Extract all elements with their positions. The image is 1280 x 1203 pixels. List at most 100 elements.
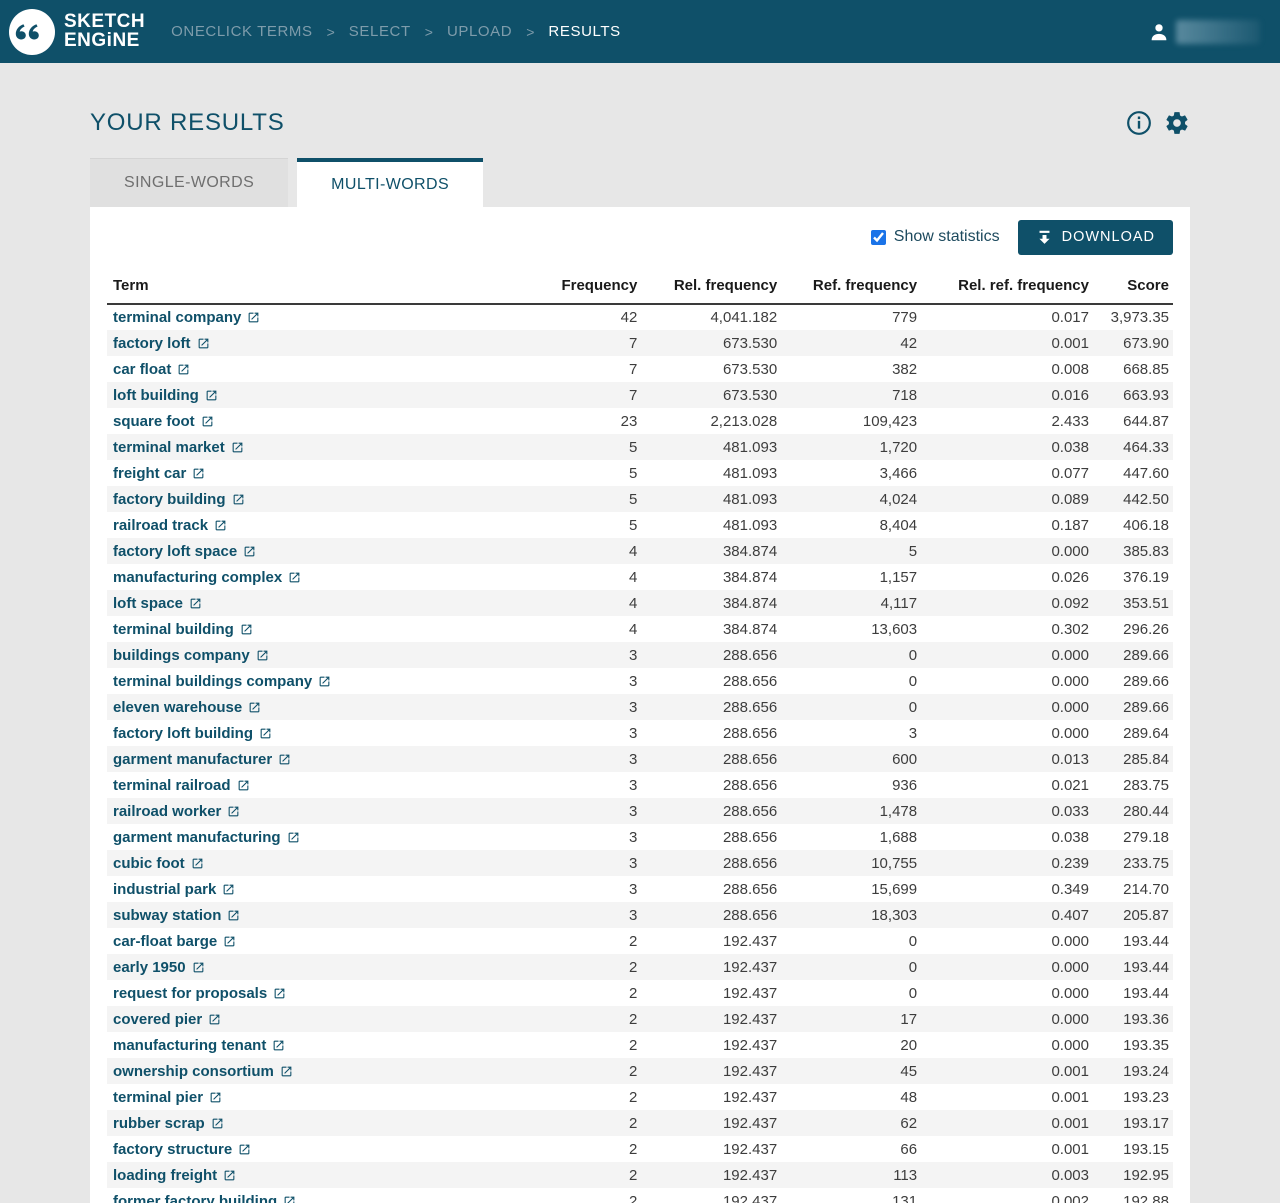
- term-link[interactable]: terminal buildings company: [113, 673, 331, 690]
- column-header-ref-frequency[interactable]: Ref. frequency: [781, 271, 921, 304]
- term-link[interactable]: freight car: [113, 465, 205, 482]
- term-link[interactable]: terminal market: [113, 439, 244, 456]
- ref-frequency-cell: 0: [781, 642, 921, 668]
- term-link[interactable]: rubber scrap: [113, 1115, 224, 1132]
- breadcrumb-upload[interactable]: UPLOAD: [447, 23, 512, 40]
- download-button[interactable]: DOWNLOAD: [1018, 220, 1173, 255]
- table-row: garment manufacturing 3 288.656 1,688 0.…: [107, 824, 1173, 850]
- column-header-frequency[interactable]: Frequency: [531, 271, 641, 304]
- term-link[interactable]: factory loft building: [113, 725, 272, 742]
- term-link[interactable]: industrial park: [113, 881, 235, 898]
- term-link[interactable]: car float: [113, 361, 190, 378]
- column-header-term[interactable]: Term: [107, 271, 531, 304]
- external-link-icon[interactable]: [247, 311, 260, 324]
- external-link-icon[interactable]: [288, 571, 301, 584]
- term-link[interactable]: square foot: [113, 413, 214, 430]
- external-link-icon[interactable]: [208, 1013, 221, 1026]
- score-cell: 279.18: [1093, 824, 1173, 850]
- breadcrumb-oneclick-terms[interactable]: ONECLICK TERMS: [171, 23, 312, 40]
- column-header-rel-ref-frequency[interactable]: Rel. ref. frequency: [921, 271, 1093, 304]
- external-link-icon[interactable]: [197, 337, 210, 350]
- external-link-icon[interactable]: [192, 467, 205, 480]
- external-link-icon[interactable]: [283, 1195, 296, 1203]
- term-link[interactable]: early 1950: [113, 959, 205, 976]
- term-link[interactable]: buildings company: [113, 647, 269, 664]
- term-link[interactable]: car-float barge: [113, 933, 236, 950]
- breadcrumb-select[interactable]: SELECT: [349, 23, 411, 40]
- frequency-cell: 3: [531, 668, 641, 694]
- external-link-icon[interactable]: [280, 1065, 293, 1078]
- external-link-icon[interactable]: [227, 805, 240, 818]
- external-link-icon[interactable]: [259, 727, 272, 740]
- term-link[interactable]: loft building: [113, 387, 218, 404]
- term-link[interactable]: cubic foot: [113, 855, 204, 872]
- external-link-icon[interactable]: [211, 1117, 224, 1130]
- external-link-icon[interactable]: [232, 493, 245, 506]
- external-link-icon[interactable]: [318, 675, 331, 688]
- term-label: railroad worker: [113, 803, 221, 820]
- term-link[interactable]: factory building: [113, 491, 245, 508]
- external-link-icon[interactable]: [201, 415, 214, 428]
- external-link-icon[interactable]: [237, 779, 250, 792]
- table-row: terminal building 4 384.874 13,603 0.302…: [107, 616, 1173, 642]
- user-area[interactable]: [1148, 20, 1260, 44]
- external-link-icon[interactable]: [192, 961, 205, 974]
- external-link-icon[interactable]: [278, 753, 291, 766]
- frequency-cell: 7: [531, 356, 641, 382]
- term-link[interactable]: eleven warehouse: [113, 699, 261, 716]
- external-link-icon[interactable]: [248, 701, 261, 714]
- external-link-icon[interactable]: [222, 883, 235, 896]
- term-link[interactable]: manufacturing complex: [113, 569, 301, 586]
- external-link-icon[interactable]: [177, 363, 190, 376]
- term-link[interactable]: manufacturing tenant: [113, 1037, 285, 1054]
- term-link[interactable]: terminal building: [113, 621, 253, 638]
- column-header-score[interactable]: Score: [1093, 271, 1173, 304]
- tab-multi-words[interactable]: MULTI-WORDS: [297, 158, 483, 207]
- external-link-icon[interactable]: [205, 389, 218, 402]
- external-link-icon[interactable]: [287, 831, 300, 844]
- term-link[interactable]: covered pier: [113, 1011, 221, 1028]
- external-link-icon[interactable]: [227, 909, 240, 922]
- term-link[interactable]: request for proposals: [113, 985, 286, 1002]
- info-icon[interactable]: [1126, 110, 1152, 136]
- term-link[interactable]: subway station: [113, 907, 240, 924]
- external-link-icon[interactable]: [231, 441, 244, 454]
- term-label: request for proposals: [113, 985, 267, 1002]
- score-cell: 673.90: [1093, 330, 1173, 356]
- term-link[interactable]: terminal pier: [113, 1089, 222, 1106]
- term-link[interactable]: terminal company: [113, 309, 260, 326]
- term-link[interactable]: factory loft: [113, 335, 210, 352]
- tab-single-words[interactable]: SINGLE-WORDS: [90, 158, 288, 207]
- sketch-engine-logo[interactable]: SKETCH ENGiNE: [8, 8, 145, 56]
- external-link-icon[interactable]: [256, 649, 269, 662]
- column-header-rel-frequency[interactable]: Rel. frequency: [641, 271, 781, 304]
- term-link[interactable]: garment manufacturing: [113, 829, 300, 846]
- show-statistics-toggle[interactable]: Show statistics: [871, 228, 1000, 246]
- term-link[interactable]: factory loft space: [113, 543, 256, 560]
- term-link[interactable]: loading freight: [113, 1167, 236, 1184]
- term-link[interactable]: loft space: [113, 595, 202, 612]
- score-cell: 289.66: [1093, 642, 1173, 668]
- term-link[interactable]: ownership consortium: [113, 1063, 293, 1080]
- rel-frequency-cell: 2,213.028: [641, 408, 781, 434]
- term-link[interactable]: factory structure: [113, 1141, 251, 1158]
- external-link-icon[interactable]: [272, 1039, 285, 1052]
- external-link-icon[interactable]: [240, 623, 253, 636]
- term-link[interactable]: railroad track: [113, 517, 227, 534]
- term-link[interactable]: railroad worker: [113, 803, 240, 820]
- external-link-icon[interactable]: [223, 1169, 236, 1182]
- external-link-icon[interactable]: [238, 1143, 251, 1156]
- external-link-icon[interactable]: [214, 519, 227, 532]
- term-link[interactable]: terminal railroad: [113, 777, 250, 794]
- external-link-icon[interactable]: [243, 545, 256, 558]
- gear-icon[interactable]: [1164, 110, 1190, 136]
- term-link[interactable]: garment manufacturer: [113, 751, 291, 768]
- external-link-icon[interactable]: [209, 1091, 222, 1104]
- external-link-icon[interactable]: [273, 987, 286, 1000]
- rel-ref-frequency-cell: 0.089: [921, 486, 1093, 512]
- term-link[interactable]: former factory building: [113, 1193, 296, 1203]
- show-statistics-checkbox[interactable]: [871, 230, 886, 245]
- external-link-icon[interactable]: [223, 935, 236, 948]
- external-link-icon[interactable]: [191, 857, 204, 870]
- external-link-icon[interactable]: [189, 597, 202, 610]
